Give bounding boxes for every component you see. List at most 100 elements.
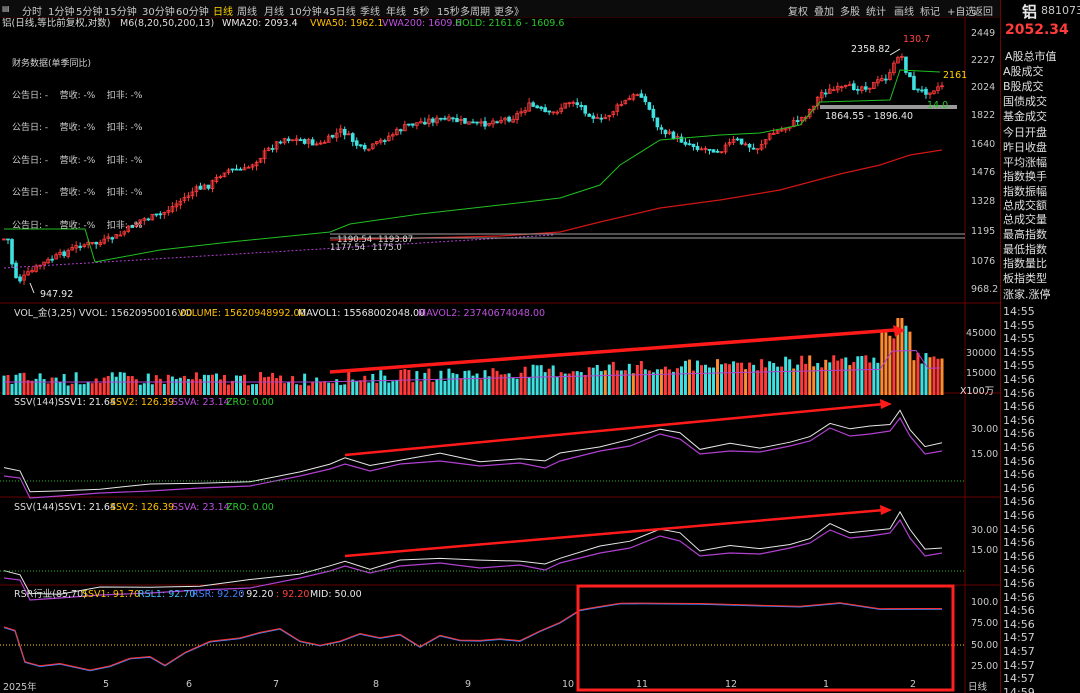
volume-bar (2, 375, 6, 395)
candle-body (707, 148, 712, 151)
tab-period[interactable]: 30分钟 (142, 3, 175, 18)
candle-body (451, 117, 455, 120)
volume-bar (535, 365, 539, 395)
tab-period[interactable]: 1分钟 (48, 3, 74, 18)
candle-body (695, 146, 700, 150)
volume-bar (800, 355, 804, 395)
side-item[interactable]: 今日开盘 (1003, 124, 1047, 140)
side-item[interactable]: B股成交 (1003, 78, 1044, 94)
volume-bar (687, 359, 691, 395)
volume-bar (166, 374, 170, 395)
toolbar-button[interactable]: +自选 (947, 3, 975, 18)
tab-period[interactable]: 15秒 (437, 3, 460, 18)
volume-bar (655, 369, 659, 395)
volume-bar (820, 367, 824, 395)
candle-body (535, 105, 539, 109)
tab-period[interactable]: 5秒 (413, 3, 429, 18)
candle-body (683, 141, 688, 145)
toolbar-button[interactable]: 画线 (894, 3, 914, 18)
toolbar-button[interactable]: 标记 (920, 3, 940, 18)
trend-arrow (344, 402, 885, 457)
volume-bar (198, 379, 202, 395)
tab-period[interactable]: 15分钟 (104, 3, 137, 18)
candle-body (14, 262, 18, 279)
volume-bar (130, 376, 134, 395)
volume-bar (347, 371, 351, 395)
side-item[interactable]: 最高指数 (1003, 226, 1047, 242)
candle-body (539, 106, 543, 109)
volume-bar (555, 376, 559, 395)
volume-bar (824, 359, 828, 395)
candle-body (411, 123, 415, 126)
tab-period[interactable]: 月线 (264, 3, 284, 18)
vwa200-value: VWA200: 1609.6 (382, 18, 462, 29)
side-item[interactable]: A股成交 (1003, 63, 1044, 79)
candle-body (342, 128, 347, 136)
side-tick-time: 14:56 (1003, 604, 1035, 618)
tab-period[interactable]: 5分钟 (76, 3, 102, 18)
side-tick-time: 14:56 (1003, 509, 1035, 522)
candle-body (354, 140, 359, 146)
toolbar-button[interactable]: 复权 (788, 3, 808, 18)
side-item[interactable]: A股总市值 (1005, 48, 1057, 64)
tab-period[interactable]: 周线 (237, 3, 257, 18)
tab-period[interactable]: 日线 (213, 3, 233, 18)
volume-bar (439, 370, 443, 395)
volume-bar (748, 362, 752, 395)
tab-period[interactable]: 季线 (360, 3, 380, 18)
tab-period[interactable]: 10分钟 (289, 3, 322, 18)
volume-bar (888, 335, 892, 395)
toolbar-button[interactable]: 返回 (973, 3, 993, 18)
volume-bar (808, 355, 812, 395)
tab-period[interactable]: 60分钟 (176, 3, 209, 18)
volume-bar (379, 370, 383, 395)
side-item[interactable]: 涨家.涨停 (1003, 286, 1051, 302)
tab-period[interactable]: 年线 (386, 3, 406, 18)
tab-period[interactable]: 分时 (22, 3, 42, 18)
volume-bar (435, 379, 439, 395)
tab-period[interactable]: 更多》 (494, 3, 524, 18)
volume-bar (884, 332, 888, 395)
volume-bar (295, 384, 299, 395)
side-item[interactable]: 国债成交 (1003, 93, 1047, 109)
volume-bar (463, 370, 467, 395)
volume-bar (683, 360, 687, 395)
side-item[interactable]: 指数换手 (1003, 168, 1047, 184)
side-item[interactable]: 昨日收盘 (1003, 139, 1047, 155)
tab-period[interactable]: 多周期 (460, 3, 490, 18)
side-tick-time: 14:56 (1003, 536, 1035, 550)
menu-icon[interactable]: ▤ (2, 4, 10, 13)
side-item[interactable]: 板指类型 (1003, 270, 1047, 286)
financial-row: 公告日: - 营收: -% 扣非: -% (12, 90, 143, 101)
toolbar-button[interactable]: 多股 (840, 3, 860, 18)
candle-body (739, 138, 744, 145)
side-tick-time: 14:55 (1003, 345, 1035, 359)
side-item[interactable]: 总成交量 (1003, 211, 1047, 227)
volume-bar (575, 371, 579, 395)
side-tick-time: 14:57 (1003, 631, 1035, 645)
candle-body (234, 168, 239, 171)
side-item[interactable]: 指数量比 (1003, 255, 1047, 271)
low-value-label: 947.92 (40, 289, 74, 300)
side-item[interactable]: 基金成交 (1003, 108, 1047, 124)
financial-row: 公告日: - 营收: -% 扣非: -% (12, 123, 143, 134)
volume-bar (46, 383, 50, 395)
volume-bar (70, 383, 74, 395)
toolbar-button[interactable]: 叠加 (814, 3, 834, 18)
candle-body (908, 72, 912, 78)
volume-bar (551, 365, 555, 395)
volume-bar (158, 378, 162, 395)
side-tick-time: 14:56 (1003, 590, 1035, 604)
candle-body (852, 83, 856, 91)
candle-body (543, 107, 547, 113)
volume-bar (363, 375, 367, 395)
ssv-panel2-ssv2: SSV2: 126.39 (110, 502, 175, 513)
tab-period[interactable]: 45日线 (323, 3, 356, 18)
volume-bar (523, 366, 527, 395)
x-axis-period-label[interactable]: 日线 (968, 679, 987, 693)
candle-body (916, 88, 920, 91)
toolbar-button[interactable]: 统计 (866, 3, 886, 18)
volume-bar (720, 364, 724, 395)
volume-bar (443, 380, 447, 395)
volume-bar (708, 367, 712, 395)
